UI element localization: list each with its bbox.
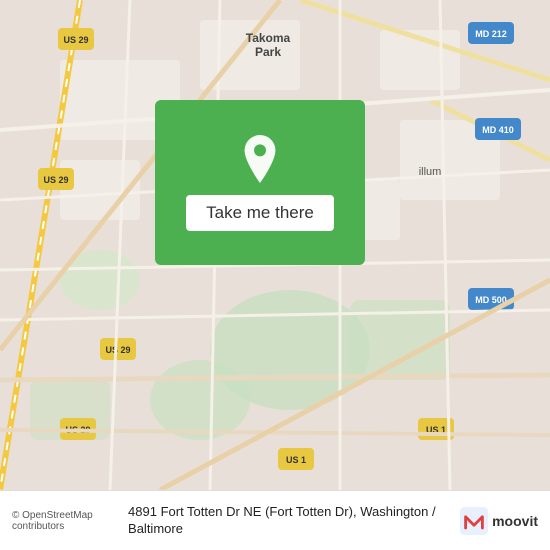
location-pin-icon: [236, 135, 284, 183]
svg-text:MD 410: MD 410: [482, 125, 514, 135]
take-me-there-button[interactable]: Take me there: [186, 195, 334, 231]
svg-text:US 1: US 1: [286, 455, 306, 465]
svg-text:MD 212: MD 212: [475, 29, 507, 39]
svg-text:Park: Park: [255, 45, 281, 59]
map-container: US 29 US 29 US 29 US 29 MD 212 MD 410 MD…: [0, 0, 550, 490]
svg-text:Takoma: Takoma: [246, 31, 291, 45]
address-text: 4891 Fort Totten Dr NE (Fort Totten Dr),…: [128, 504, 452, 538]
bottom-bar: © OpenStreetMap contributors 4891 Fort T…: [0, 490, 550, 550]
osm-credit: © OpenStreetMap contributors: [12, 510, 120, 532]
svg-text:illum: illum: [419, 166, 442, 178]
svg-text:US 29: US 29: [105, 345, 130, 355]
svg-text:US 29: US 29: [43, 175, 68, 185]
moovit-text: moovit: [492, 513, 538, 529]
svg-text:US 29: US 29: [63, 35, 88, 45]
location-overlay[interactable]: Take me there: [155, 100, 365, 265]
moovit-logo: moovit: [460, 507, 538, 535]
moovit-icon: [460, 507, 488, 535]
